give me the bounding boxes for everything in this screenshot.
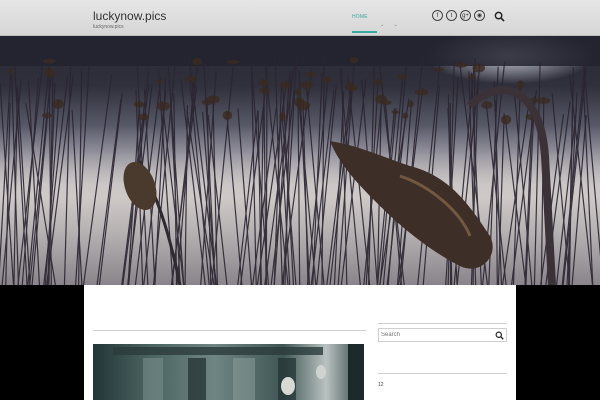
search-icon[interactable]: [494, 11, 505, 22]
site-branding[interactable]: luckynow.pics luckynow.pics: [93, 9, 166, 30]
flower-head: [468, 74, 476, 80]
flower-head: [481, 101, 493, 109]
flower-head: [156, 79, 163, 84]
nav-dropdown-chevrons[interactable]: ⌄ ⌄: [380, 22, 402, 28]
flower-head: [537, 97, 551, 104]
nav-active-indicator: [352, 31, 377, 33]
flower-head: [407, 101, 414, 108]
flower-head: [500, 114, 512, 125]
flower-head: [296, 100, 311, 111]
flower-head: [279, 112, 286, 122]
flower-head: [52, 98, 64, 109]
site-tagline: luckynow.pics: [93, 24, 124, 30]
flower-head: [133, 101, 145, 108]
featured-image-illustration: [113, 344, 364, 400]
flower-head: [516, 80, 524, 90]
twitter-icon[interactable]: t: [446, 10, 457, 21]
sidebar-search: [378, 328, 507, 342]
flower-head: [156, 101, 170, 111]
hero-photo-illustration: [0, 36, 600, 285]
flower-head: [322, 76, 332, 83]
search-icon[interactable]: [495, 331, 504, 340]
flower-head: [402, 112, 409, 119]
hero-image: [0, 36, 600, 285]
flower-head: [137, 113, 150, 121]
content-area: 12: [84, 285, 516, 400]
post-featured-image[interactable]: [93, 344, 364, 400]
flower-head: [222, 110, 233, 120]
flower-head: [294, 88, 302, 96]
search-input[interactable]: [381, 330, 491, 340]
rss-icon[interactable]: ◉: [474, 10, 485, 21]
google-plus-icon[interactable]: g+: [460, 10, 471, 21]
social-links: f t g+ ◉: [432, 10, 485, 21]
flower-head: [192, 57, 202, 66]
flower-head: [372, 79, 384, 85]
flower-head: [258, 79, 269, 86]
nav-item-home[interactable]: HOME: [352, 14, 368, 20]
flower-head: [184, 76, 197, 82]
flower-head: [397, 74, 407, 80]
facebook-icon[interactable]: f: [432, 10, 443, 21]
flower-head: [280, 80, 291, 90]
flower-head: [206, 95, 220, 104]
flower-head: [259, 87, 271, 94]
flower-head: [349, 56, 359, 64]
sidebar-divider-top: [378, 323, 507, 324]
flower-head: [454, 62, 468, 68]
post-divider: [93, 330, 366, 331]
site-header: luckynow.pics luckynow.pics HOME ⌄ ⌄ f t…: [0, 0, 600, 36]
flower-head: [7, 68, 14, 74]
flower-head: [414, 88, 429, 96]
flower-head: [226, 59, 240, 65]
flower-head: [432, 67, 445, 72]
flower-head: [472, 63, 486, 73]
sidebar-divider: [378, 373, 507, 374]
flower-head: [344, 85, 358, 91]
flower-head: [304, 71, 316, 78]
site-title[interactable]: luckynow.pics: [93, 9, 166, 23]
sidebar-widget-number: 12: [378, 382, 384, 388]
flower-head: [391, 110, 400, 115]
flower-head: [45, 67, 56, 78]
flower-head: [42, 58, 56, 64]
flower-head: [300, 80, 314, 89]
main-nav: HOME: [352, 14, 377, 33]
flower-head: [380, 100, 392, 105]
flower-head: [42, 112, 52, 119]
stalk: [265, 66, 268, 285]
